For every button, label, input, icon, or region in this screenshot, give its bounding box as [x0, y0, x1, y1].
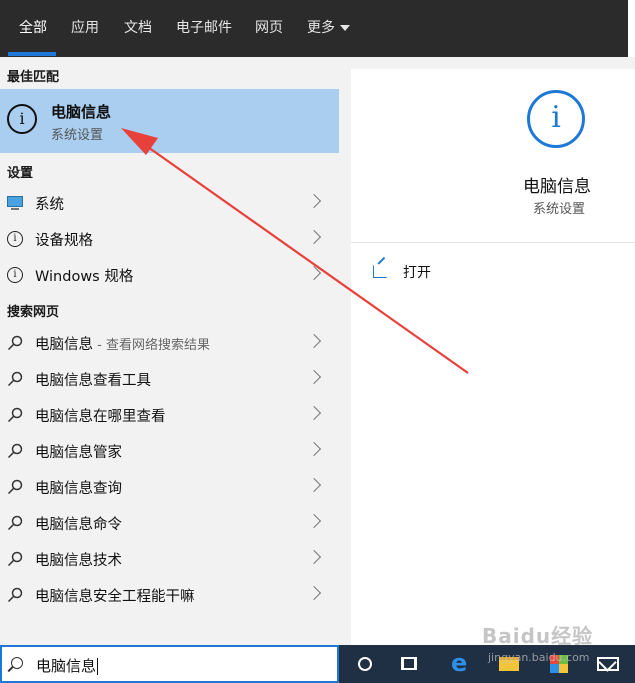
preview-pane: i 电脑信息 系统设置 打开: [339, 57, 635, 645]
chevron-right-icon[interactable]: [306, 585, 322, 601]
settings-item-system[interactable]: 系统: [0, 185, 339, 221]
web-result-label: 电脑信息查看工具: [35, 373, 151, 389]
info-icon: i: [7, 104, 37, 134]
active-tab-indicator: [8, 52, 56, 56]
web-result-label: 电脑信息查询: [35, 481, 122, 497]
watermark-url: jingyan.baidu.com: [488, 651, 590, 664]
info-icon: i: [527, 90, 585, 148]
chevron-right-icon[interactable]: [306, 513, 322, 529]
chevron-right-icon[interactable]: [306, 369, 322, 385]
edge-button[interactable]: e: [449, 645, 489, 683]
web-result-item[interactable]: 电脑信息命令: [0, 505, 339, 541]
tab-documents[interactable]: 文档: [124, 0, 152, 57]
taskbar: e: [339, 645, 635, 683]
search-icon: [7, 587, 23, 603]
tab-email[interactable]: 电子邮件: [176, 0, 232, 57]
web-result-suffix: - 查看网络搜索结果: [93, 338, 210, 353]
preview-actions: [351, 242, 635, 645]
search-icon: [7, 407, 23, 423]
search-window: 全部 应用 文档 电子邮件 网页 更多 最佳匹配 i 电脑信息 系统设置 设置 …: [0, 0, 635, 683]
chevron-right-icon[interactable]: [306, 549, 322, 565]
mail-button[interactable]: [597, 645, 635, 683]
search-input-value[interactable]: 电脑信息: [36, 655, 99, 676]
settings-item-device-specs[interactable]: i 设备规格: [0, 221, 339, 257]
web-result-label: 电脑信息命令: [35, 517, 122, 533]
chevron-right-icon[interactable]: [306, 441, 322, 457]
monitor-icon: [7, 196, 23, 207]
search-icon: [7, 371, 23, 387]
chevron-right-icon[interactable]: [306, 229, 322, 245]
task-view-button[interactable]: [399, 645, 439, 683]
search-icon: [7, 479, 23, 495]
cortana-icon: [358, 657, 372, 671]
open-icon: [373, 265, 387, 278]
web-result-label: 电脑信息技术: [35, 553, 122, 569]
chevron-right-icon[interactable]: [306, 193, 322, 209]
settings-item-label: 系统: [35, 197, 64, 213]
info-icon: i: [7, 231, 23, 247]
topbar-edge: [628, 0, 635, 57]
results-list: 最佳匹配 i 电脑信息 系统设置 设置 系统 i 设备规格 i Windows …: [0, 57, 339, 645]
web-result-label: 电脑信息在哪里查看: [35, 409, 166, 425]
cortana-button[interactable]: [353, 645, 393, 683]
watermark: Baidu经验: [482, 624, 594, 648]
search-text: 电脑信息: [36, 657, 97, 675]
search-icon: [7, 443, 23, 459]
mail-icon: [597, 657, 619, 671]
tab-all[interactable]: 全部: [19, 0, 47, 57]
web-result-item[interactable]: 电脑信息 - 查看网络搜索结果: [0, 325, 339, 361]
chevron-right-icon[interactable]: [306, 477, 322, 493]
divider: [351, 242, 635, 243]
web-result-query: 电脑信息: [35, 337, 93, 353]
best-match-header: 最佳匹配: [7, 70, 60, 85]
filter-tab-bar: 全部 应用 文档 电子邮件 网页 更多: [0, 0, 635, 57]
open-label: 打开: [403, 265, 431, 281]
best-match-subtitle: 系统设置: [51, 128, 104, 143]
tab-more[interactable]: 更多: [307, 0, 350, 57]
settings-item-label: 设备规格: [35, 233, 93, 249]
search-icon: [7, 551, 23, 567]
web-result-item[interactable]: 电脑信息查询: [0, 469, 339, 505]
web-result-item[interactable]: 电脑信息查看工具: [0, 361, 339, 397]
web-result-label: 电脑信息安全工程能干嘛: [35, 589, 195, 605]
chevron-right-icon[interactable]: [306, 405, 322, 421]
info-icon: i: [7, 267, 23, 283]
web-result-item[interactable]: 电脑信息安全工程能干嘛: [0, 577, 339, 613]
chevron-right-icon[interactable]: [306, 265, 322, 281]
search-icon: [7, 335, 23, 351]
tab-web[interactable]: 网页: [255, 0, 283, 57]
search-input[interactable]: 电脑信息: [0, 645, 339, 683]
edge-icon: e: [451, 649, 468, 677]
text-caret: [97, 658, 99, 675]
tab-more-label: 更多: [307, 20, 335, 36]
settings-header: 设置: [7, 166, 34, 181]
search-icon: [7, 515, 23, 531]
web-result-item[interactable]: 电脑信息管家: [0, 433, 339, 469]
task-view-icon: [401, 657, 417, 670]
web-search-header: 搜索网页: [7, 305, 60, 320]
settings-item-windows-specs[interactable]: i Windows 规格: [0, 257, 339, 293]
best-match-title: 电脑信息: [51, 103, 112, 121]
preview-subtitle: 系统设置: [533, 202, 586, 217]
best-match-item[interactable]: i 电脑信息 系统设置: [0, 89, 339, 153]
web-result-label: 电脑信息 - 查看网络搜索结果: [35, 333, 210, 354]
web-result-item[interactable]: 电脑信息在哪里查看: [0, 397, 339, 433]
monitor-stand: [11, 208, 19, 210]
web-result-item[interactable]: 电脑信息技术: [0, 541, 339, 577]
chevron-down-icon: [340, 25, 350, 31]
tab-apps[interactable]: 应用: [71, 0, 99, 57]
web-result-label: 电脑信息管家: [35, 445, 122, 461]
preview-title: 电脑信息: [523, 177, 591, 197]
chevron-right-icon[interactable]: [306, 333, 322, 349]
settings-item-label: Windows 规格: [35, 269, 134, 285]
search-icon: [11, 657, 23, 669]
